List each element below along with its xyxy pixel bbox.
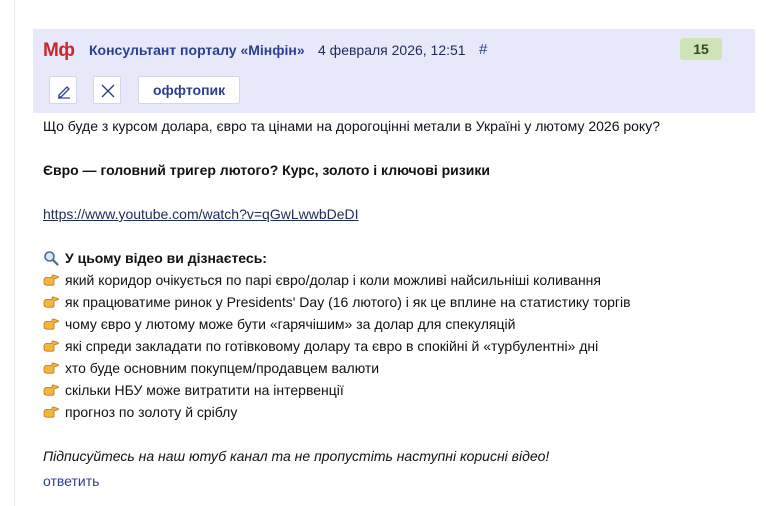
pointing-hand-icon [43,362,59,374]
bullet-item: чому євро у лютому може бути «гарячішим»… [43,313,753,335]
pointing-hand-icon [43,274,59,286]
youtube-link[interactable]: https://www.youtube.com/watch?v=qGwLwwbD… [43,206,359,222]
pencil-icon [58,86,70,99]
bullet-item: які спреди закладати по готівковому дола… [43,335,753,357]
close-icon [101,84,115,98]
closing-text: Підписуйтесь на наш ютуб канал та не про… [43,448,550,464]
pointing-hand-icon [43,296,59,308]
bullet-text: скільки НБУ може витратити на інтервенці… [65,382,344,398]
reply-link[interactable]: ответить [43,473,99,489]
pointing-hand-icon [43,340,59,352]
magnifier-icon [44,251,59,266]
intro-question: Що буде з курсом долара, євро та цінами … [43,118,661,134]
bullet-item: як працюватиме ринок у Presidents' Day (… [43,291,753,313]
bullet-item: скільки НБУ може витратити на інтервенці… [43,379,753,401]
permalink-anchor[interactable]: # [479,41,487,58]
post-content: Що буде з курсом долара, євро та цінами … [43,115,753,467]
pointing-hand-icon [43,318,59,330]
bullet-list: який коридор очікується по парі євро/дол… [43,269,753,423]
post-heading: Євро — головний тригер лютого? Курс, зол… [43,162,490,178]
bullet-item: прогноз по золоту й сріблу [43,401,753,423]
pointing-hand-icon [43,384,59,396]
post-date: 4 февраля 2026, 12:51 [318,42,466,58]
bullet-text: як працюватиме ринок у Presidents' Day (… [65,294,631,310]
bullet-item: який коридор очікується по парі євро/дол… [43,269,753,291]
bullet-item: хто буде основним покупцем/продавцем вал… [43,357,753,379]
left-rail [0,0,15,506]
bullet-text: прогноз по золоту й сріблу [65,404,238,420]
offtopic-button[interactable]: оффтопик [138,76,241,104]
author-link[interactable]: Консультант порталу «Мінфін» [89,42,305,58]
bullet-text: чому євро у лютому може бути «гарячішим»… [65,316,516,332]
delete-button[interactable] [93,76,121,104]
bullet-text: які спреди закладати по готівковому дола… [65,338,599,354]
pointing-hand-icon [43,406,59,418]
bullet-text: хто буде основним покупцем/продавцем вал… [65,360,380,376]
minfin-logo: Мф [43,40,75,61]
bullet-text: який коридор очікується по парі євро/дол… [65,272,601,288]
score-badge: 15 [680,38,722,60]
intro-label: У цьому відео ви дізнаєтесь: [65,250,267,266]
edit-button[interactable] [49,76,77,104]
post-header: Мф Консультант порталу «Мінфін» 4 феврал… [33,29,755,113]
